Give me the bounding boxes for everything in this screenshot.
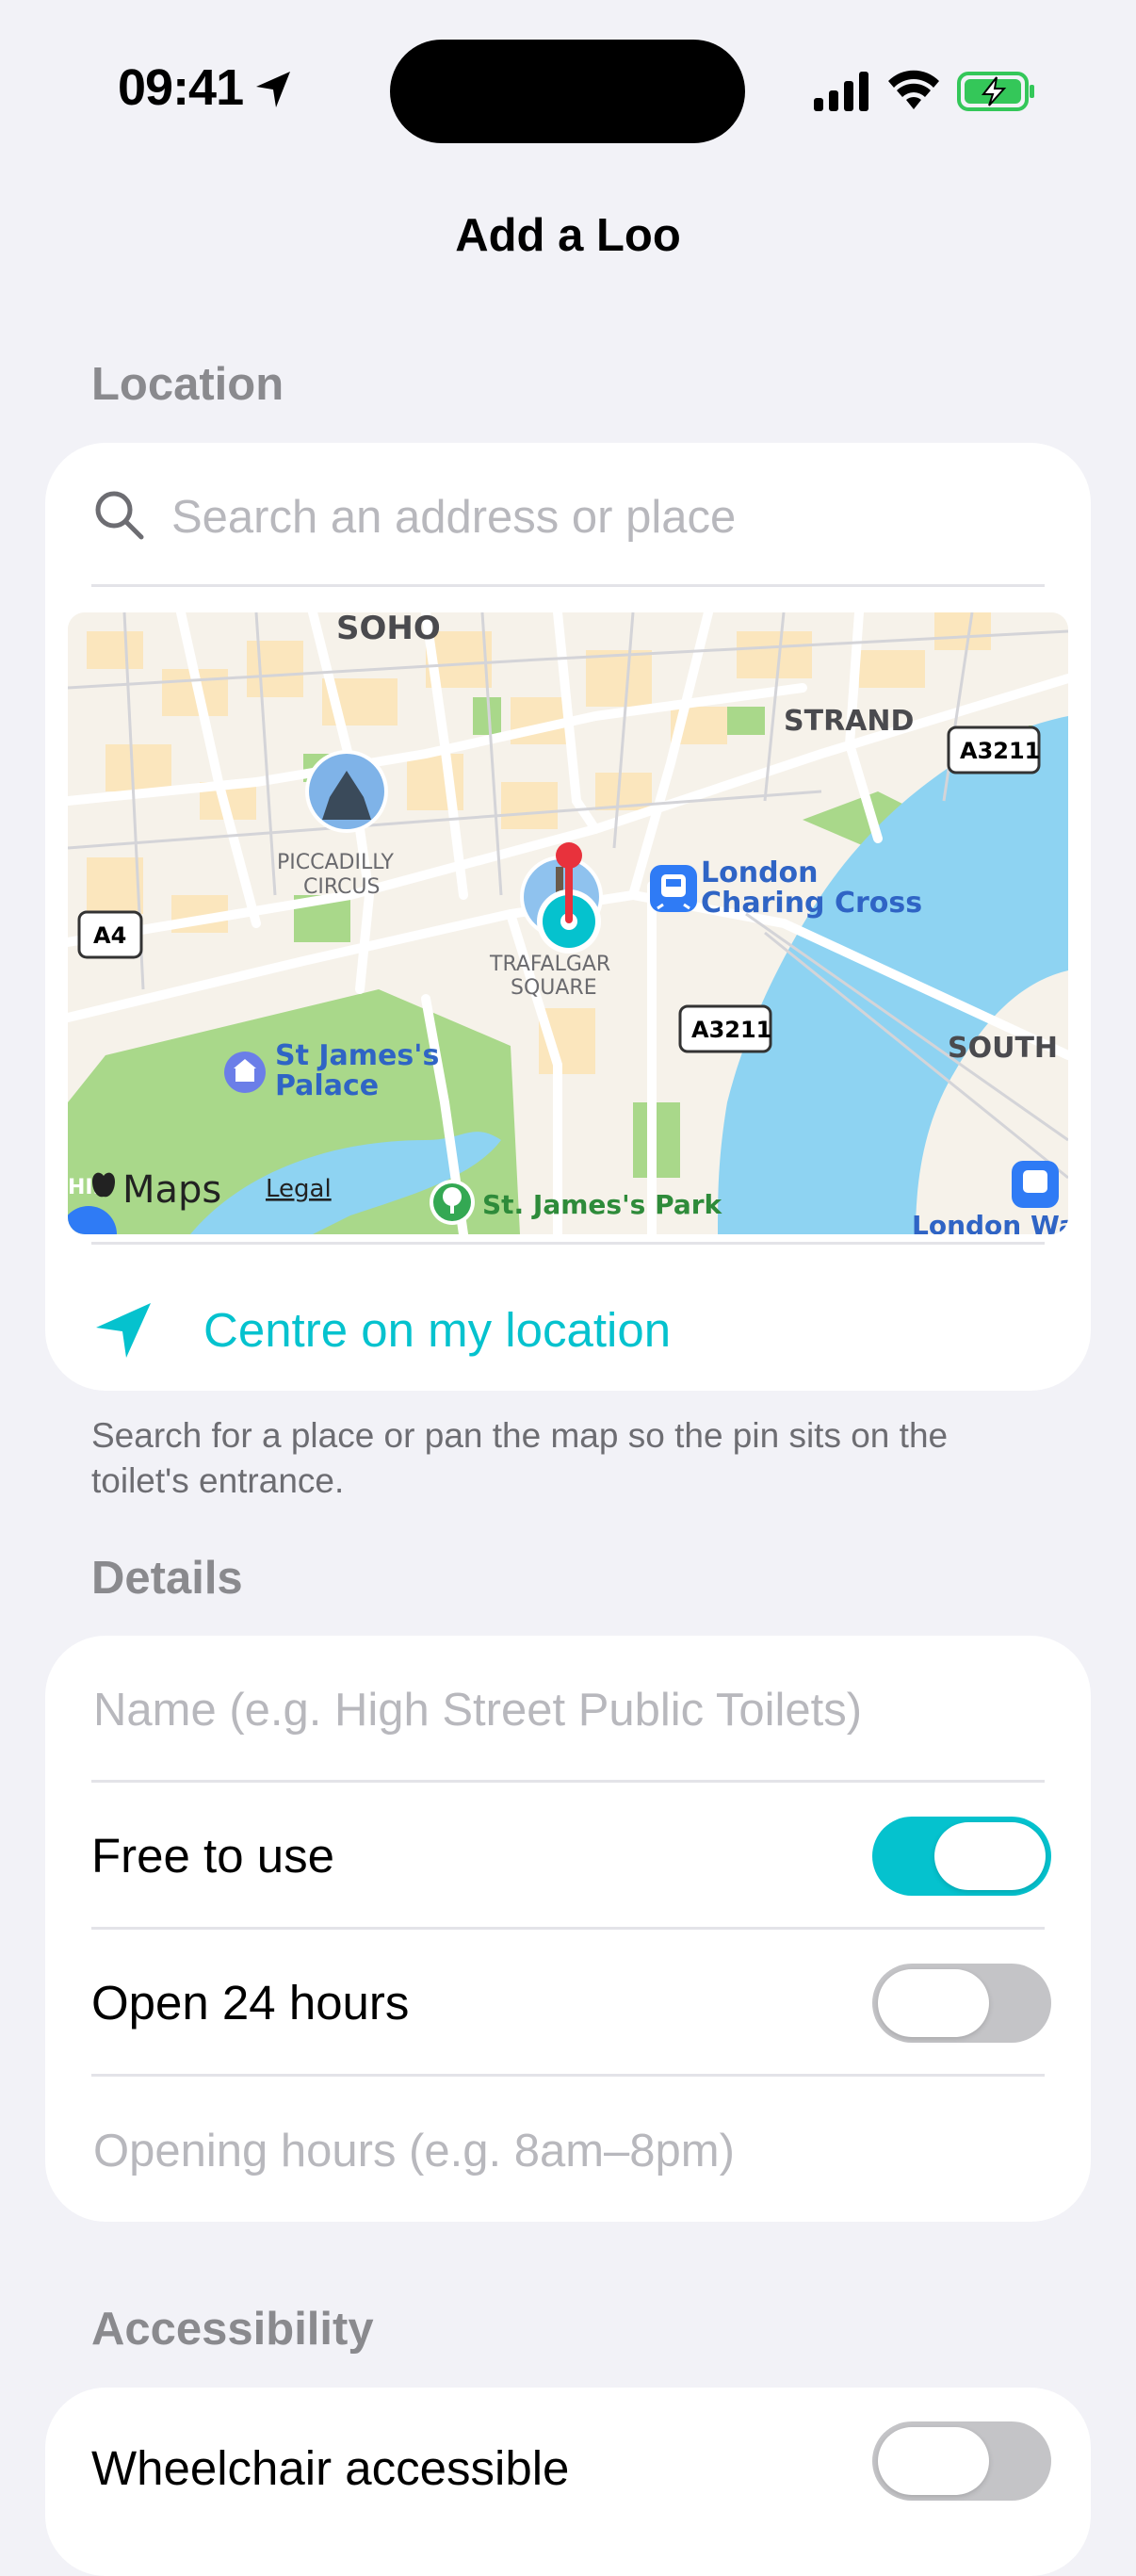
status-bar: 09:41 <box>0 0 1136 179</box>
dynamic-island <box>390 40 745 143</box>
location-section-header: Location <box>91 359 284 410</box>
map-view[interactable]: SOHO STRAND SOUTH B PICCADILLY CIRCUS TR… <box>68 612 1068 1234</box>
map-canvas: SOHO STRAND SOUTH B PICCADILLY CIRCUS TR… <box>68 612 1068 1234</box>
piccadilly-poi-icon <box>305 750 388 833</box>
accessibility-section-header: Accessibility <box>91 2304 374 2355</box>
map-label-piccadilly: PICCADILLY <box>277 851 395 874</box>
toggle-knob <box>878 1969 989 2037</box>
cellular-signal-icon <box>814 72 868 111</box>
opening-hours-input[interactable] <box>91 2112 1037 2190</box>
road-shield-a4: A4 <box>93 922 126 949</box>
location-footnote: Search for a place or pan the map so the… <box>91 1416 949 1500</box>
maps-logo: Maps <box>122 1168 221 1212</box>
search-row[interactable] <box>45 443 1091 584</box>
free-to-use-row: Free to use <box>45 1783 1091 1929</box>
map-label-south-bank: SOUTH B <box>948 1032 1068 1065</box>
map-label-london: London <box>701 856 819 889</box>
battery-charging-icon <box>957 72 1034 111</box>
map-label-london-wa: London Wa <box>912 1210 1068 1234</box>
name-input[interactable] <box>91 1671 1037 1749</box>
location-arrow-icon <box>96 1303 151 1358</box>
details-section-header: Details <box>91 1553 243 1604</box>
name-row[interactable] <box>45 1636 1091 1782</box>
map-label-circus: CIRCUS <box>303 875 380 899</box>
wheelchair-row: Wheelchair accessible <box>45 2388 1091 2534</box>
train-station-icon <box>650 865 697 912</box>
accessibility-card: Wheelchair accessible <box>45 2388 1091 2576</box>
map-label-charing-cross: Charing Cross <box>701 887 922 920</box>
free-to-use-label: Free to use <box>91 1829 334 1883</box>
map-label-st-james-park: St. James's Park <box>482 1189 723 1220</box>
free-to-use-toggle[interactable] <box>872 1817 1051 1896</box>
divider <box>91 1242 1045 1245</box>
divider <box>91 584 1045 587</box>
open-24-hours-label: Open 24 hours <box>91 1976 410 2030</box>
toggle-knob <box>878 2427 989 2495</box>
map-label-palace: Palace <box>275 1069 379 1102</box>
wheelchair-label: Wheelchair accessible <box>91 2441 570 2495</box>
map-label-strand: STRAND <box>784 705 914 738</box>
map-label-square: SQUARE <box>511 976 597 1000</box>
legal-link[interactable]: Legal <box>266 1175 332 1203</box>
map-label-soho: SOHO <box>336 612 441 647</box>
toggle-knob <box>934 1822 1046 1890</box>
train-station-icon-2 <box>1012 1161 1059 1208</box>
search-input[interactable] <box>170 479 1021 556</box>
map-label-st-james-palace: St James's <box>275 1039 439 1072</box>
wifi-icon <box>888 70 939 109</box>
search-icon <box>95 491 144 540</box>
location-card: SOHO STRAND SOUTH B PICCADILLY CIRCUS TR… <box>45 443 1091 1391</box>
centre-on-location-button[interactable]: Centre on my location <box>45 1250 1091 1391</box>
palace-poi-icon <box>224 1052 266 1093</box>
open-24-hours-row: Open 24 hours <box>45 1930 1091 2076</box>
park-poi-icon <box>430 1180 475 1225</box>
location-arrow-icon <box>256 72 290 107</box>
page-title: Add a Loo <box>455 210 681 261</box>
road-shield-a3211-top: A3211 <box>960 738 1040 764</box>
centre-on-location-label: Centre on my location <box>203 1303 672 1357</box>
road-shield-a3211-mid: A3211 <box>691 1017 771 1043</box>
wheelchair-toggle[interactable] <box>872 2421 1051 2501</box>
status-time: 09:41 <box>118 59 244 116</box>
opening-hours-row[interactable] <box>45 2077 1091 2222</box>
map-label-trafalgar: TRAFALGAR <box>489 953 610 976</box>
open-24-hours-toggle[interactable] <box>872 1964 1051 2043</box>
details-card: Free to use Open 24 hours <box>45 1636 1091 2222</box>
